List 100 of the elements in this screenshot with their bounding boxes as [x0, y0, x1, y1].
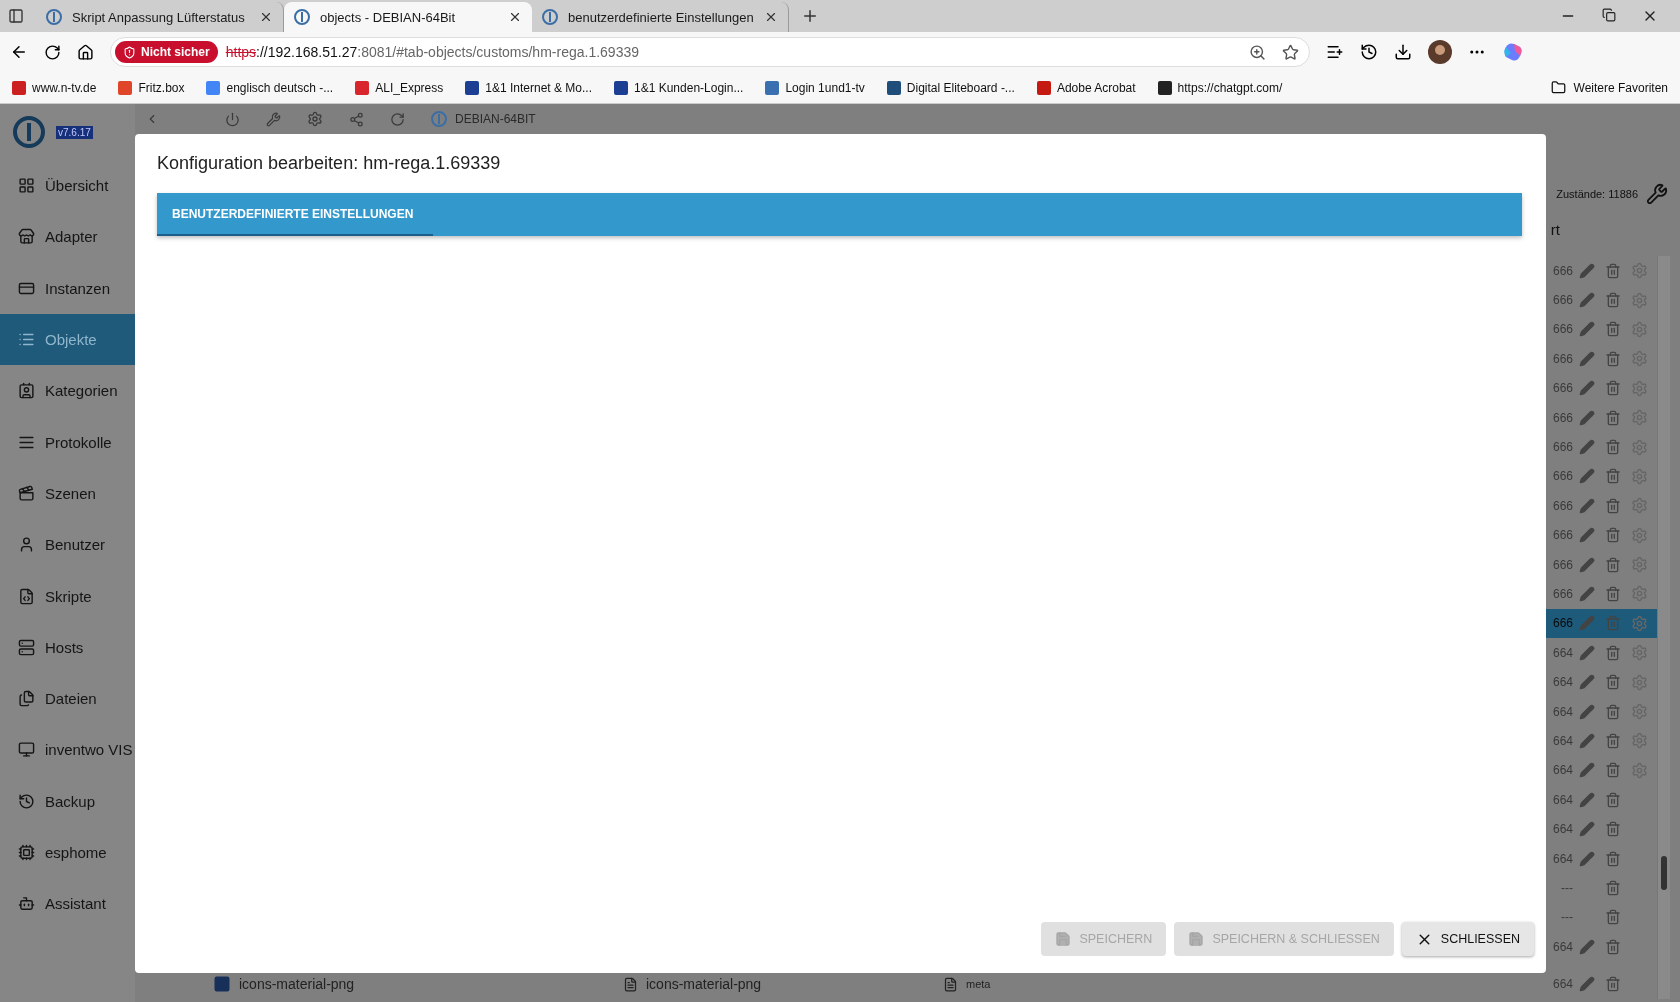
- trash-icon[interactable]: [1605, 497, 1621, 514]
- refresh-icon[interactable]: [390, 111, 405, 127]
- power-icon[interactable]: [225, 111, 240, 127]
- sidebar-item[interactable]: Skripte: [0, 570, 135, 622]
- sidebar-item[interactable]: Backup: [0, 775, 135, 827]
- bookmark-link[interactable]: Login 1und1-tv: [765, 80, 865, 95]
- close-icon[interactable]: [508, 10, 522, 24]
- trash-icon[interactable]: [1605, 850, 1621, 867]
- settings-icon[interactable]: [1631, 379, 1648, 397]
- settings-icon[interactable]: [1631, 644, 1648, 662]
- bookmark-link[interactable]: englisch deutsch -...: [206, 80, 334, 95]
- download-icon[interactable]: [1394, 43, 1412, 61]
- trash-icon[interactable]: [1605, 527, 1621, 544]
- pencil-icon[interactable]: [1579, 586, 1595, 602]
- sidebar-item[interactable]: inventwo VIS: [0, 724, 135, 776]
- sidebar-item[interactable]: Benutzer: [0, 519, 135, 571]
- pencil-icon[interactable]: [1579, 821, 1595, 838]
- wrench-icon[interactable]: [1646, 183, 1668, 205]
- close-button[interactable]: SCHLIESSEN: [1401, 922, 1534, 956]
- trash-icon[interactable]: [1605, 380, 1621, 397]
- trash-icon[interactable]: [1605, 262, 1621, 279]
- pencil-icon[interactable]: [1579, 527, 1595, 544]
- profile-avatar[interactable]: [1428, 40, 1452, 64]
- bookmark-link[interactable]: ALI_Express: [355, 80, 444, 95]
- pencil-icon[interactable]: [1579, 674, 1595, 691]
- settings-icon[interactable]: [1631, 732, 1648, 750]
- settings-icon[interactable]: [1631, 262, 1648, 280]
- settings-icon[interactable]: [1631, 350, 1648, 368]
- trash-icon[interactable]: [1605, 821, 1621, 838]
- close-icon[interactable]: [259, 10, 273, 24]
- sidebar-item[interactable]: esphome: [0, 826, 135, 879]
- settings-icon[interactable]: [307, 111, 323, 127]
- pencil-icon[interactable]: [1579, 938, 1595, 955]
- settings-icon[interactable]: [1631, 526, 1648, 544]
- pencil-icon[interactable]: [1579, 497, 1595, 514]
- trash-icon[interactable]: [1605, 586, 1621, 602]
- assistant-logo-icon[interactable]: [1502, 41, 1524, 63]
- trash-icon[interactable]: [1605, 409, 1621, 426]
- sidebar-item[interactable]: Dateien: [0, 672, 135, 725]
- pencil-icon[interactable]: [1579, 762, 1595, 779]
- reload-icon[interactable]: [44, 43, 61, 61]
- settings-icon[interactable]: [1631, 438, 1648, 456]
- bookmark-link[interactable]: Digital Eliteboard -...: [886, 80, 1015, 95]
- pencil-icon[interactable]: [1579, 976, 1595, 993]
- share-icon[interactable]: [349, 111, 364, 127]
- trash-icon[interactable]: [1605, 674, 1621, 691]
- settings-icon[interactable]: [1631, 409, 1648, 427]
- settings-icon[interactable]: [1631, 761, 1648, 779]
- sidebar-item[interactable]: Instanzen: [0, 262, 135, 314]
- sidebar-item[interactable]: Szenen: [0, 467, 135, 520]
- scrollbar[interactable]: [1657, 256, 1670, 999]
- trash-icon[interactable]: [1605, 292, 1621, 309]
- wrench-icon[interactable]: [266, 111, 281, 127]
- zoom-icon[interactable]: [1249, 43, 1266, 61]
- trash-icon[interactable]: [1605, 439, 1621, 456]
- trash-icon[interactable]: [1605, 976, 1621, 993]
- pencil-icon[interactable]: [1579, 321, 1595, 338]
- more-favorites-link[interactable]: Weitere Favoriten: [1573, 80, 1668, 95]
- pencil-icon[interactable]: [1579, 732, 1595, 749]
- pencil-icon[interactable]: [1579, 409, 1595, 426]
- settings-icon[interactable]: [1631, 614, 1648, 632]
- tab-actions-icon[interactable]: [8, 8, 24, 24]
- sidebar-item[interactable]: Objekte: [0, 313, 135, 366]
- bookmark-link[interactable]: 1&1 Kunden-Login...: [614, 80, 744, 95]
- trash-icon[interactable]: [1605, 762, 1621, 779]
- bookmark-link[interactable]: Fritz.box: [118, 80, 185, 95]
- settings-icon[interactable]: [1631, 467, 1648, 485]
- bookmark-link[interactable]: Adobe Acrobat: [1036, 80, 1136, 95]
- settings-icon[interactable]: [1631, 556, 1648, 574]
- pencil-icon[interactable]: [1579, 468, 1595, 485]
- settings-icon[interactable]: [1631, 291, 1648, 309]
- trash-icon[interactable]: [1605, 703, 1621, 720]
- trash-icon[interactable]: [1605, 938, 1621, 955]
- bookmark-link[interactable]: www.n-tv.de: [12, 80, 97, 95]
- trash-icon[interactable]: [1605, 791, 1621, 808]
- pencil-icon[interactable]: [1579, 439, 1595, 456]
- bookmark-link[interactable]: https://chatgpt.com/: [1157, 80, 1283, 95]
- security-badge[interactable]: Nicht sicher: [115, 41, 218, 63]
- pencil-icon[interactable]: [1579, 350, 1595, 367]
- trash-icon[interactable]: [1605, 644, 1621, 661]
- browser-tab[interactable]: objects - DEBIAN-64Bit: [284, 2, 532, 32]
- settings-icon[interactable]: [1631, 320, 1648, 338]
- pencil-icon[interactable]: [1579, 556, 1595, 573]
- address-field[interactable]: Nicht sicher https://192.168.51.27:8081/#tab-objects/customs/hm-rega.1.69339: [110, 37, 1310, 67]
- trash-icon[interactable]: [1605, 732, 1621, 749]
- pencil-icon[interactable]: [1579, 703, 1595, 720]
- home-icon[interactable]: [77, 43, 94, 61]
- pencil-icon[interactable]: [1579, 850, 1595, 867]
- sidebar-item[interactable]: Hosts: [0, 621, 135, 673]
- sidebar-item[interactable]: Protokolle: [0, 416, 135, 468]
- trash-icon[interactable]: [1605, 879, 1621, 896]
- trash-icon[interactable]: [1605, 350, 1621, 367]
- back-icon[interactable]: [10, 43, 28, 61]
- trash-icon[interactable]: [1605, 909, 1621, 926]
- settings-icon[interactable]: [1631, 703, 1648, 721]
- sidebar-item[interactable]: Adapter: [0, 211, 135, 263]
- sidebar-item[interactable]: Assistant: [0, 878, 135, 930]
- settings-icon[interactable]: [1631, 673, 1648, 691]
- trash-icon[interactable]: [1605, 321, 1621, 338]
- restore-icon[interactable]: [1602, 8, 1616, 22]
